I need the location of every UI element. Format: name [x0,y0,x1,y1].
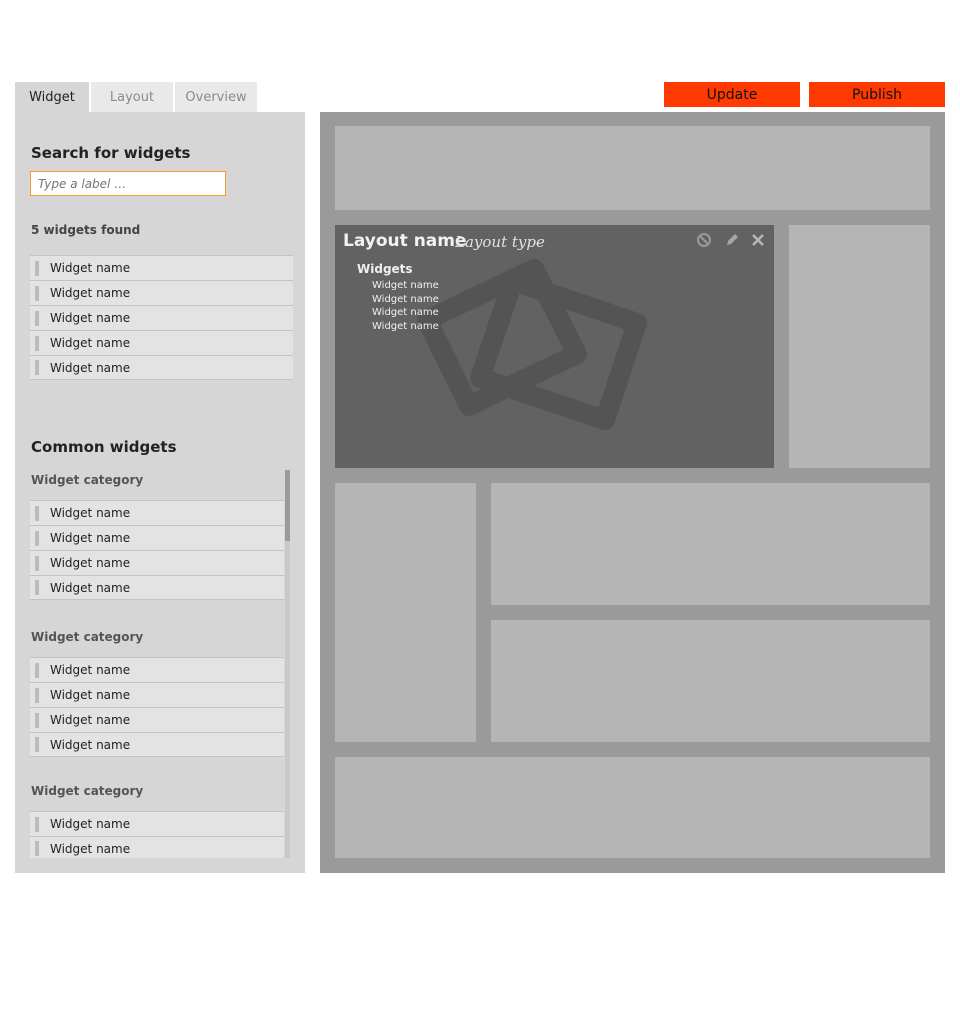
drag-handle-icon[interactable] [35,505,39,521]
layout-widget-item[interactable]: Widget name [372,320,439,334]
publish-button[interactable]: Publish [809,82,945,107]
category-list: Widget name Widget name Widget name Widg… [30,657,284,757]
left-region[interactable] [335,483,476,742]
layout-widget-item[interactable]: Widget name [372,306,439,320]
content-region-bottom[interactable] [491,620,930,742]
widget-item[interactable]: Widget name [30,836,284,858]
category-label: Widget category [31,473,144,487]
common-widgets-panel[interactable]: Widget category Widget name Widget name … [30,470,290,858]
layout-type: Layout type [455,233,545,251]
search-title: Search for widgets [31,144,191,162]
widget-item[interactable]: Widget name [30,575,284,600]
search-result-item[interactable]: Widget name [30,305,293,330]
drag-handle-icon[interactable] [35,712,39,728]
widget-name: Widget name [50,817,131,831]
widget-name: Widget name [50,556,131,570]
widget-name: Widget name [50,737,131,752]
search-result-item[interactable]: Widget name [30,280,293,305]
search-results-list: Widget name Widget name Widget name Widg… [30,255,293,380]
widget-name: Widget name [50,506,131,520]
search-result-item[interactable]: Widget name [30,255,293,280]
layout-widget-item[interactable]: Widget name [372,293,439,307]
layout-widget-item[interactable]: Widget name [372,279,439,293]
header-region[interactable] [335,126,930,210]
widget-name: Widget name [50,360,131,375]
widget-item[interactable]: Widget name [30,657,284,682]
category-label: Widget category [31,784,144,798]
drag-handle-icon[interactable] [35,285,39,301]
widget-name: Widget name [50,688,131,702]
common-widgets-title: Common widgets [31,438,177,456]
update-button[interactable]: Update [664,82,800,107]
widget-item[interactable]: Widget name [30,500,284,525]
drag-handle-icon[interactable] [35,260,39,276]
drag-handle-icon[interactable] [35,335,39,351]
widget-item[interactable]: Widget name [30,811,284,836]
content-region-top[interactable] [491,483,930,605]
side-region[interactable] [789,225,930,468]
tab-widget[interactable]: Widget [15,82,89,112]
disable-icon[interactable] [696,232,712,248]
results-count: 5 widgets found [31,223,141,237]
search-result-item[interactable]: Widget name [30,330,293,355]
widget-name: Widget name [50,311,131,325]
widget-name: Widget name [50,580,131,595]
widget-name: Widget name [50,336,131,350]
widget-name: Widget name [50,261,131,275]
widget-name: Widget name [50,663,131,677]
layout-widgets-label: Widgets [357,262,413,276]
drag-handle-icon[interactable] [35,530,39,546]
widget-name: Widget name [50,841,131,856]
widget-name: Widget name [50,286,131,300]
layout-name: Layout name [343,231,467,251]
scrollbar-thumb[interactable] [285,470,290,541]
edit-icon[interactable] [724,232,740,248]
widget-item[interactable]: Widget name [30,707,284,732]
drag-handle-icon[interactable] [35,555,39,571]
widget-item[interactable]: Widget name [30,525,284,550]
drag-handle-icon[interactable] [35,816,39,832]
widget-search-input[interactable] [30,171,226,196]
drag-handle-icon[interactable] [35,662,39,678]
layout-card[interactable]: Layout name Layout type Widgets Widget n… [335,225,774,468]
widget-item[interactable]: Widget name [30,682,284,707]
drag-handle-icon[interactable] [35,841,39,856]
layout-widgets-list: Widget name Widget name Widget name Widg… [372,279,439,333]
tab-layout[interactable]: Layout [91,82,173,112]
category-list: Widget name Widget name [30,811,284,858]
sidebar-tabs: Widget Layout Overview [15,82,259,112]
drag-handle-icon[interactable] [35,360,39,375]
category-list: Widget name Widget name Widget name Widg… [30,500,284,600]
widget-item[interactable]: Widget name [30,732,284,757]
category-label: Widget category [31,630,144,644]
tab-overview[interactable]: Overview [175,82,257,112]
widget-name: Widget name [50,531,131,545]
search-result-item[interactable]: Widget name [30,355,293,380]
drag-handle-icon[interactable] [35,580,39,595]
close-icon[interactable] [750,232,766,248]
drag-handle-icon[interactable] [35,737,39,752]
widget-name: Widget name [50,713,131,727]
drag-handle-icon[interactable] [35,310,39,326]
widget-item[interactable]: Widget name [30,550,284,575]
drag-handle-icon[interactable] [35,687,39,703]
footer-region[interactable] [335,757,930,858]
